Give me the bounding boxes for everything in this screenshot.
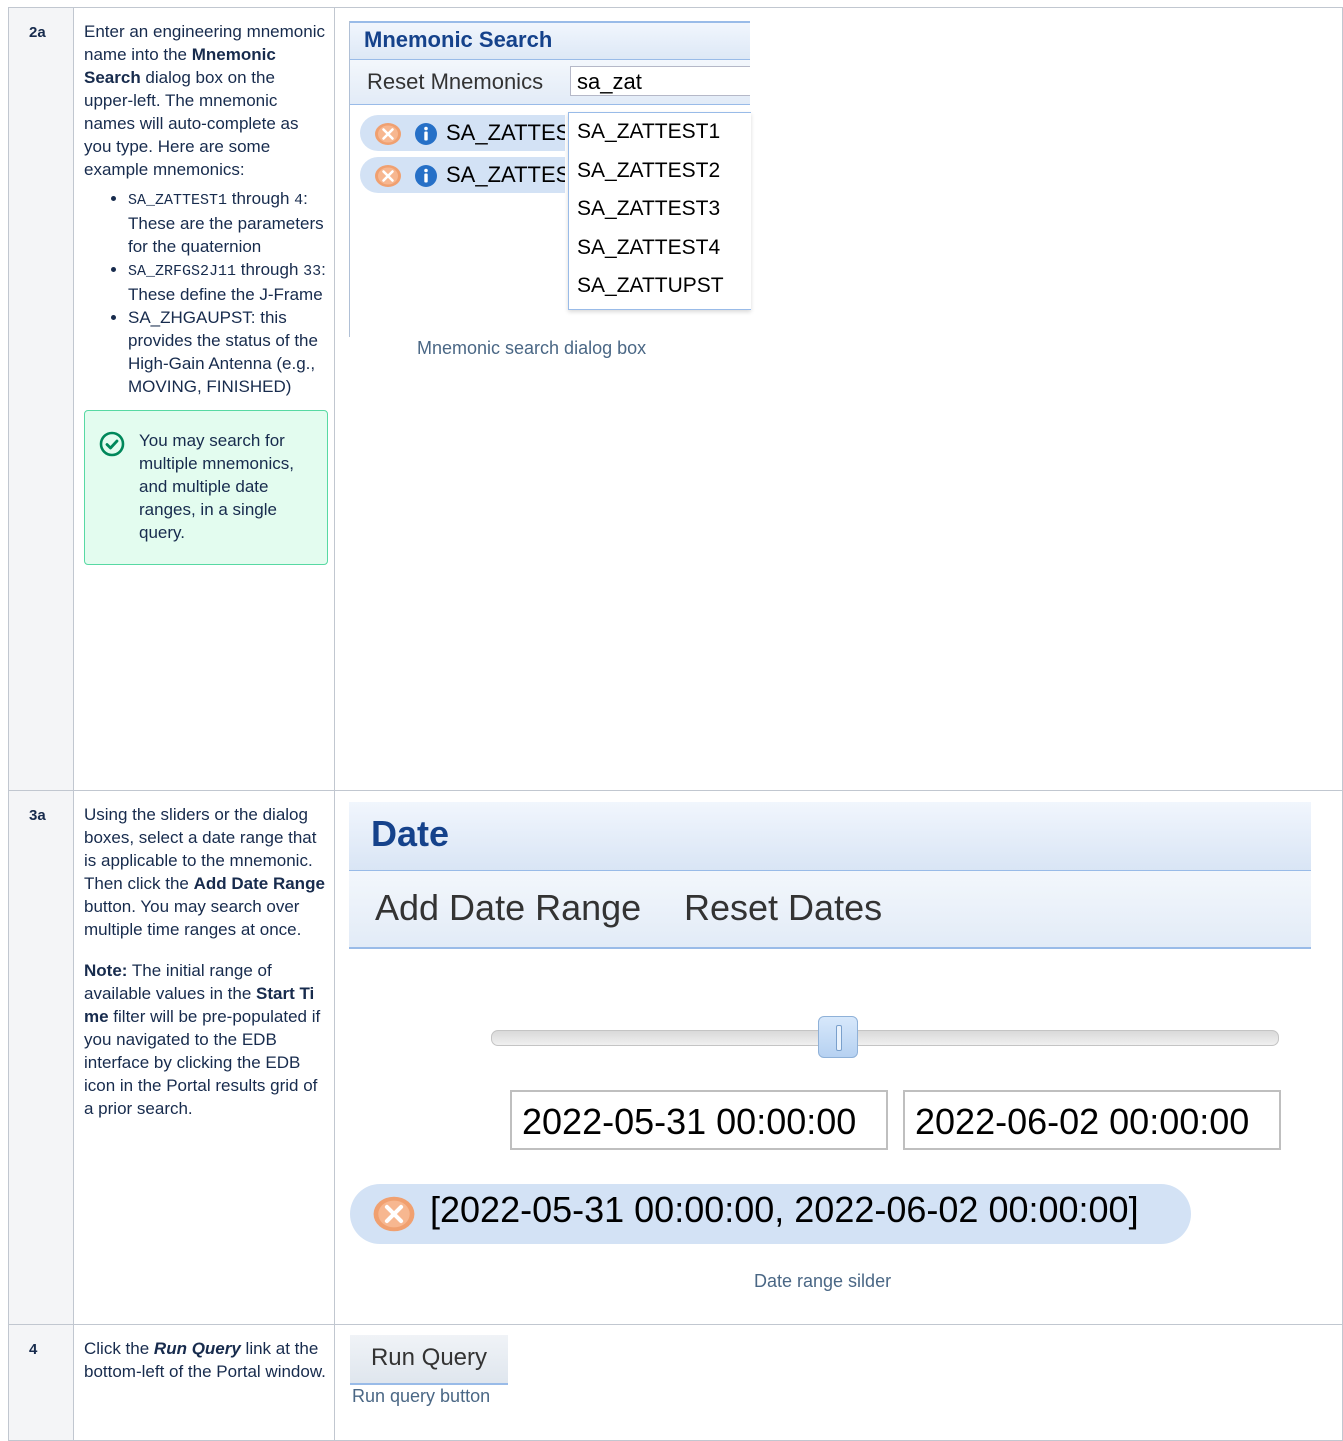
step-number: 2a bbox=[29, 24, 46, 41]
autocomplete-option[interactable]: SA_ZATTEST3 bbox=[569, 190, 751, 229]
info-icon[interactable] bbox=[414, 164, 438, 193]
step-row-4: 4 Click the Run Query link at the bottom… bbox=[8, 1324, 1343, 1441]
mnemonic-search-panel: Mnemonic Search Reset Mnemonics sa_zat S… bbox=[349, 21, 751, 337]
autocomplete-option[interactable]: SA_ZATTEST4 bbox=[569, 229, 751, 268]
step-3a-paragraph: Using the sliders or the dialog boxes, s… bbox=[84, 805, 325, 939]
remove-icon[interactable] bbox=[374, 122, 402, 151]
step-4-text: Click the Run Query link at the bottom-l… bbox=[84, 1339, 326, 1381]
step-image-cell bbox=[334, 790, 1343, 1325]
autocomplete-option[interactable]: SA_ZATTUPST bbox=[569, 267, 751, 306]
steps-table: 2a Enter an engineering mnemonic name in… bbox=[8, 7, 1343, 1441]
example-mnemonics-list: SA_ZATTEST1 through 4: These are the par… bbox=[84, 187, 328, 398]
step-number: 4 bbox=[29, 1341, 38, 1358]
step-number-cell: 4 bbox=[8, 1324, 74, 1441]
step-description-cell: Click the Run Query link at the bottom-l… bbox=[73, 1324, 335, 1441]
selected-mnemonic-chip: SA_ZATTEST1 bbox=[360, 115, 565, 151]
tip-panel: You may search for multiple mnemonics, a… bbox=[84, 410, 328, 565]
step-image-cell: Mnemonic Search Reset Mnemonics sa_zat S… bbox=[334, 7, 1343, 791]
step-number-cell: 2a bbox=[8, 7, 74, 791]
list-item: SA_ZATTEST1 through 4: These are the par… bbox=[128, 187, 328, 258]
step-2a-intro: Enter an engineering mnemonic name into … bbox=[84, 22, 325, 179]
step-description-cell: Using the sliders or the dialog boxes, s… bbox=[73, 790, 335, 1325]
image-caption: Mnemonic search dialog box bbox=[417, 338, 647, 358]
list-item: SA_ZHGAUPST: this provides the status of… bbox=[128, 306, 328, 398]
tip-text: You may search for multiple mnemonics, a… bbox=[139, 431, 294, 542]
autocomplete-dropdown: SA_ZATTEST1 SA_ZATTEST2 SA_ZATTEST3 SA_Z… bbox=[568, 112, 751, 310]
step-3a-note: Note: The initial range of available val… bbox=[84, 961, 321, 1118]
list-item: SA_ZRFGS2J11 through 33: These define th… bbox=[128, 258, 328, 306]
selected-mnemonic-label: SA_ZATTEST1 bbox=[446, 120, 565, 145]
mnemonic-search-input[interactable]: sa_zat bbox=[570, 66, 750, 96]
step-description-cell: Enter an engineering mnemonic name into … bbox=[73, 7, 335, 791]
step-row-2a: 2a Enter an engineering mnemonic name in… bbox=[8, 7, 1343, 791]
selected-mnemonic-label: SA_ZATTEST2 bbox=[446, 162, 565, 187]
panel-toolbar: Reset Mnemonics sa_zat bbox=[350, 60, 750, 105]
reset-mnemonics-button[interactable]: Reset Mnemonics bbox=[367, 69, 543, 95]
selected-mnemonic-chip: SA_ZATTEST2 bbox=[360, 157, 565, 193]
info-icon[interactable] bbox=[414, 122, 438, 151]
autocomplete-option[interactable]: SA_ZATTEST2 bbox=[569, 152, 751, 191]
step-number-cell: 3a bbox=[8, 790, 74, 1325]
check-circle-icon bbox=[99, 429, 139, 544]
step-image-cell bbox=[334, 1324, 1343, 1441]
step-row-3a: 3a Using the sliders or the dialog boxes… bbox=[8, 790, 1343, 1325]
remove-icon[interactable] bbox=[374, 164, 402, 193]
panel-title: Mnemonic Search bbox=[350, 21, 750, 60]
step-number: 3a bbox=[29, 807, 46, 824]
autocomplete-option[interactable]: SA_ZATTEST1 bbox=[569, 113, 751, 152]
